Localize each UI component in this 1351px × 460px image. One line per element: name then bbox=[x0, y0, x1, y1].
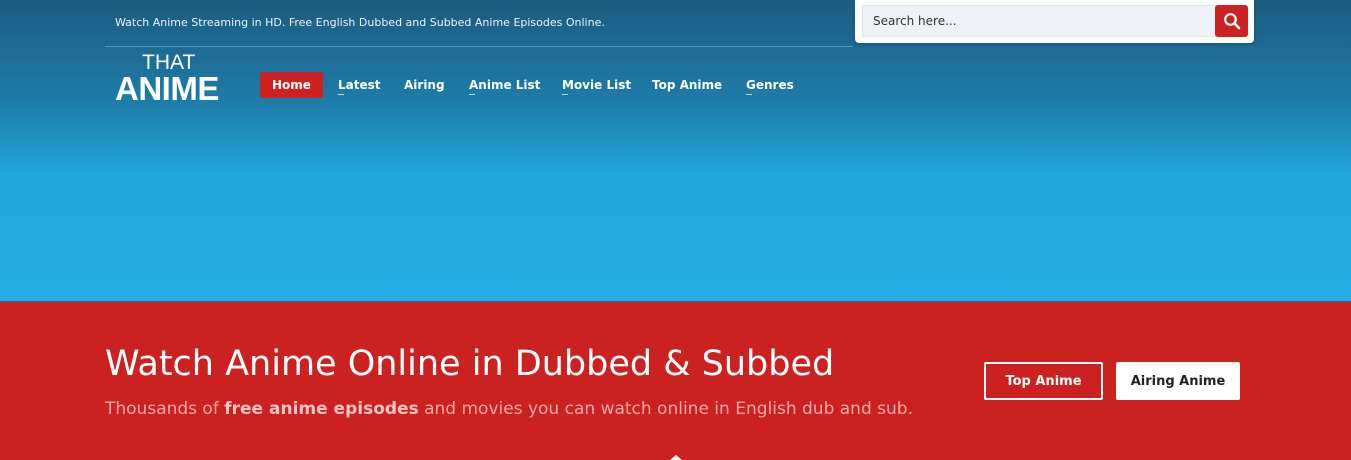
logo-line-anime: ANIME bbox=[115, 70, 219, 107]
search-icon bbox=[1223, 13, 1240, 30]
nav-item-home[interactable]: Home bbox=[260, 72, 323, 98]
nav-item-label: Latest bbox=[338, 78, 381, 92]
search-button[interactable] bbox=[1215, 5, 1248, 37]
nav-item-label: Anime List bbox=[469, 78, 541, 92]
nav-item-movie-list[interactable]: Movie List bbox=[562, 72, 631, 98]
header-divider bbox=[105, 46, 853, 47]
site-header: Watch Anime Streaming in HD. Free Englis… bbox=[0, 0, 1351, 302]
nav-item-latest[interactable]: Latest bbox=[338, 72, 381, 98]
hero-banner: Watch Anime Online in Dubbed & Subbed Th… bbox=[0, 302, 1351, 460]
nav-item-airing[interactable]: Airing bbox=[404, 72, 445, 98]
hero-subtitle: Thousands of free anime episodes and mov… bbox=[105, 399, 913, 419]
section-notch bbox=[670, 455, 682, 460]
airing-anime-button[interactable]: Airing Anime bbox=[1116, 362, 1240, 400]
nav-item-anime-list[interactable]: Anime List bbox=[469, 72, 540, 98]
nav-item-top-anime[interactable]: Top Anime bbox=[652, 72, 722, 98]
search-box bbox=[855, 0, 1254, 43]
top-anime-button[interactable]: Top Anime bbox=[984, 362, 1103, 400]
nav-underline bbox=[562, 94, 568, 95]
hero-subtitle-start: Thousands of bbox=[105, 399, 225, 419]
hero-subtitle-end: and movies you can watch online in Engli… bbox=[418, 399, 913, 419]
page: Watch Anime Streaming in HD. Free Englis… bbox=[0, 0, 1351, 460]
nav-item-label: Movie List bbox=[562, 78, 632, 92]
nav-underline bbox=[338, 94, 344, 95]
hero-title: Watch Anime Online in Dubbed & Subbed bbox=[105, 344, 835, 384]
nav-underline bbox=[469, 94, 475, 95]
nav-item-genres[interactable]: Genres bbox=[746, 72, 794, 98]
site-logo[interactable]: THAT ANIME bbox=[115, 52, 230, 107]
nav-item-label: Top Anime bbox=[652, 78, 723, 92]
hero-subtitle-bold: free anime episodes bbox=[224, 399, 419, 419]
nav-item-label: Genres bbox=[746, 78, 794, 92]
nav-item-label: Airing bbox=[404, 78, 445, 92]
nav-underline bbox=[746, 94, 752, 95]
search-input[interactable] bbox=[862, 5, 1216, 37]
site-tagline: Watch Anime Streaming in HD. Free Englis… bbox=[115, 16, 605, 29]
